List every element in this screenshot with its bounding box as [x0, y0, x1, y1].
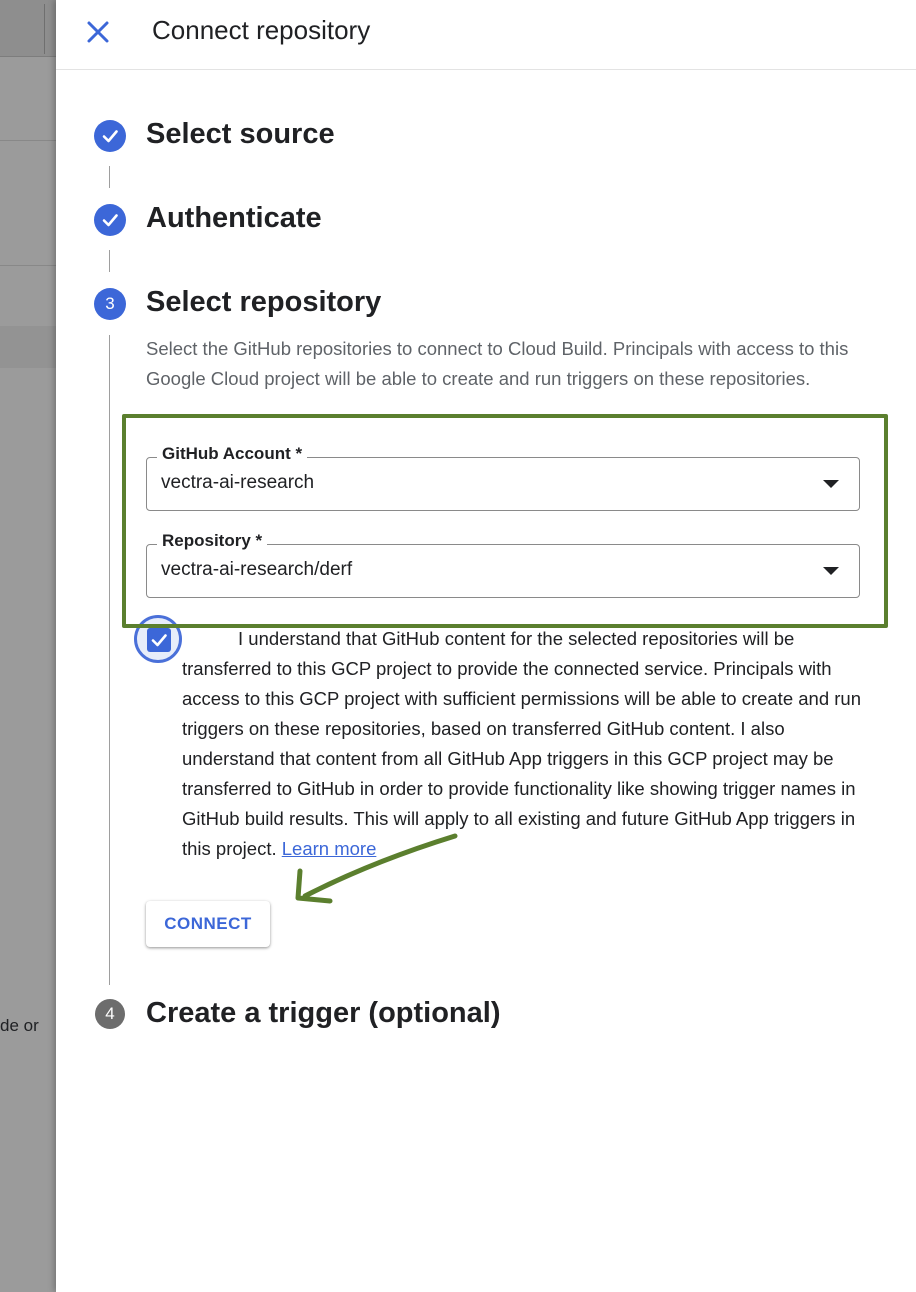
consent-checkbox[interactable] [134, 615, 182, 663]
step-4-number-icon: 4 [95, 999, 125, 1029]
step-connector [109, 250, 110, 272]
learn-more-link[interactable]: Learn more [282, 838, 377, 859]
step-connector [109, 166, 110, 188]
background-divider [0, 140, 56, 141]
close-icon [87, 21, 109, 43]
step-2-title: Authenticate [146, 202, 322, 234]
step-3-number-icon: 3 [94, 288, 126, 320]
panel-title: Connect repository [152, 15, 371, 45]
github-account-select[interactable]: GitHub Account * vectra-ai-research [146, 444, 860, 511]
background-row [0, 326, 56, 368]
step-connector [109, 335, 110, 985]
checkbox-checked-icon [147, 628, 171, 652]
dropdown-arrow-icon [823, 480, 839, 488]
step-1-complete-icon [94, 120, 126, 152]
background-text: de or [0, 1016, 39, 1035]
repository-value: vectra-ai-research/derf [161, 559, 353, 580]
step-description: Select the GitHub repositories to connec… [146, 338, 849, 389]
step-1-title: Select source [146, 118, 335, 150]
repository-label: Repository * [157, 531, 268, 551]
dropdown-arrow-icon [823, 567, 839, 575]
background-page: de or [0, 0, 56, 1292]
consent-text-block: I understand that GitHub content for the… [182, 624, 862, 864]
check-icon [102, 214, 118, 227]
consent-text: I understand that GitHub content for the… [182, 628, 861, 859]
github-account-value: vectra-ai-research [161, 472, 315, 493]
close-button[interactable] [84, 18, 112, 46]
repository-select[interactable]: Repository * vectra-ai-research/derf [146, 531, 860, 598]
background-divider [0, 265, 56, 266]
step-4-title: Create a trigger (optional) [146, 997, 501, 1029]
panel-header: Connect repository [56, 0, 916, 70]
check-icon [102, 130, 118, 143]
github-account-label: GitHub Account * [157, 444, 308, 464]
connect-button[interactable]: CONNECT [146, 901, 270, 947]
step-2-complete-icon [94, 204, 126, 236]
background-toolbar [0, 0, 56, 57]
connect-repository-panel: Connect repository Select source Authent… [56, 0, 916, 1292]
step-3-title: Select repository [146, 286, 382, 318]
